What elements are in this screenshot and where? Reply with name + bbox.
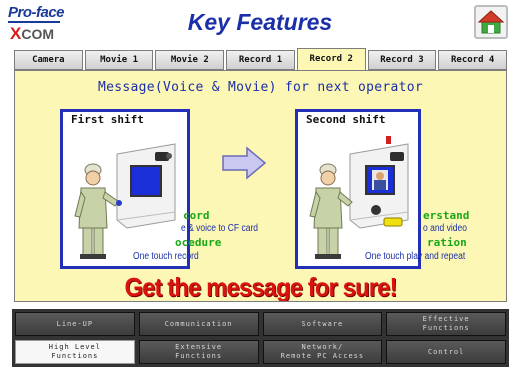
logo-sub: XCOM <box>10 24 54 44</box>
tab-bar: Camera Movie 1 Movie 2 Record 1 Record 2… <box>14 48 508 71</box>
nav-communication[interactable]: Communication <box>138 312 259 336</box>
tab-record-1[interactable]: Record 1 <box>226 50 295 70</box>
nav-high-level-functions[interactable]: High Level Functions <box>15 340 135 364</box>
first-shift-caption-1: cord <box>183 209 210 222</box>
first-shift-title: First shift <box>71 113 144 126</box>
operator-recording-illustration <box>74 143 176 259</box>
pro-face-xycom-logo: Pro-face XCOM <box>8 4 88 44</box>
first-shift-caption-3: ocedure <box>175 236 222 249</box>
content-panel: Message(Voice & Movie) for next operator… <box>14 70 507 302</box>
header: Pro-face XCOM Key Features <box>0 0 521 46</box>
home-icon <box>477 10 505 34</box>
slogan-banner: Get the message for sure! <box>124 272 397 302</box>
second-shift-caption-4: One touch play and repeat <box>365 251 466 262</box>
second-shift-caption-3: ration <box>427 236 467 249</box>
nav-extensive-functions[interactable]: Extensive Functions <box>138 340 259 364</box>
first-shift-caption-4: One touch record <box>133 251 199 262</box>
operator-playback-illustration <box>309 136 409 259</box>
logo-com: COM <box>21 26 55 42</box>
tab-record-3[interactable]: Record 3 <box>367 50 437 70</box>
tab-movie-2[interactable]: Movie 2 <box>155 50 225 70</box>
logo-underline <box>8 21 60 23</box>
nav-effective-functions[interactable]: Effective Functions <box>386 312 506 336</box>
nav-network-remote-pc-access[interactable]: Network/ Remote PC Access <box>262 340 383 364</box>
right-arrow-icon <box>222 146 267 180</box>
nav-software[interactable]: Software <box>262 312 383 336</box>
nav-line-up[interactable]: Line-UP <box>15 312 135 336</box>
tab-record-2[interactable]: Record 2 <box>296 48 366 71</box>
tab-movie-1[interactable]: Movie 1 <box>84 50 154 70</box>
second-shift-caption-1: erstand <box>423 209 470 222</box>
logo-x: X <box>10 24 22 43</box>
panel-heading: Message(Voice & Movie) for next operator <box>97 80 424 95</box>
tab-camera[interactable]: Camera <box>14 50 83 70</box>
first-shift-frame: First shift <box>60 109 190 269</box>
logo-brand: Pro-face <box>8 4 65 21</box>
first-shift-caption-2: e & voice to CF card <box>181 223 259 234</box>
home-button[interactable] <box>474 5 508 39</box>
page-title: Key Features <box>187 9 333 35</box>
bottom-navigation: Line-UP Communication Software Effective… <box>12 309 509 367</box>
second-shift-caption-2: o and video <box>423 223 467 234</box>
second-shift-frame: Second shift <box>295 109 421 269</box>
second-shift-title: Second shift <box>306 113 386 126</box>
nav-control[interactable]: Control <box>386 340 506 364</box>
tab-record-4[interactable]: Record 4 <box>438 50 508 70</box>
